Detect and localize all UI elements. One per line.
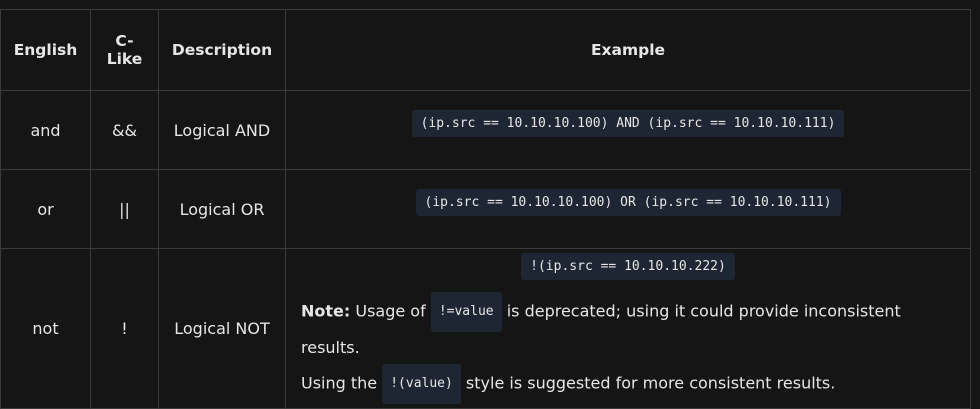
cell-example: (ip.src == 10.10.10.100) AND (ip.src == … [285, 90, 971, 170]
header-description: Description [158, 9, 286, 91]
note-text: Usage of [350, 301, 431, 321]
header-english: English [0, 9, 91, 91]
cell-description: Logical NOT [158, 248, 286, 409]
inline-code: !(value) [382, 364, 461, 404]
operators-table: English C- Like Description Example and … [0, 9, 971, 409]
cell-english: not [0, 248, 91, 409]
example-code: (ip.src == 10.10.10.100) AND (ip.src == … [411, 109, 845, 137]
note-label: Note: [301, 301, 351, 321]
table-row: not ! Logical NOT !(ip.src == 10.10.10.2… [0, 248, 971, 409]
cell-clike: ! [90, 248, 159, 409]
example-code: !(ip.src == 10.10.10.222) [521, 253, 735, 280]
note-text: Using the [301, 373, 383, 393]
cell-example: !(ip.src == 10.10.10.222) Note: Usage of… [285, 248, 971, 409]
example-code: (ip.src == 10.10.10.100) OR (ip.src == 1… [415, 188, 841, 216]
header-row: English C- Like Description Example [0, 9, 971, 91]
note-paragraph: Note: Usage of !=value is deprecated; us… [287, 292, 969, 404]
cell-clike: && [90, 90, 159, 170]
inline-code: !=value [430, 292, 502, 332]
note-text: style is suggested for more consistent r… [460, 373, 836, 393]
header-example: Example [285, 9, 971, 91]
header-clike: C- Like [90, 9, 159, 91]
header-clike-line2: Like [106, 50, 143, 68]
table-row: or || Logical OR (ip.src == 10.10.10.100… [0, 169, 971, 249]
cell-example: (ip.src == 10.10.10.100) OR (ip.src == 1… [285, 169, 971, 249]
cell-english: and [0, 90, 91, 170]
cell-description: Logical OR [158, 169, 286, 249]
cell-description: Logical AND [158, 90, 286, 170]
header-clike-line1: C- [115, 32, 134, 50]
table-row: and && Logical AND (ip.src == 10.10.10.1… [0, 90, 971, 170]
cell-clike: || [90, 169, 159, 249]
cell-english: or [0, 169, 91, 249]
